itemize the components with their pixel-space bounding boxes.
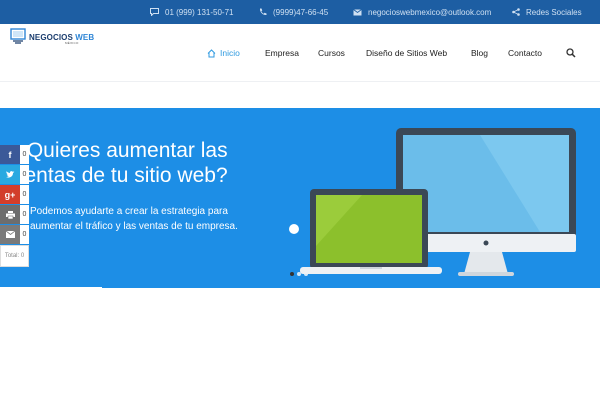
contact-email-text: negocioswebmexico@outlook.com	[368, 7, 492, 17]
mail-icon	[353, 8, 362, 15]
logo-mark	[10, 28, 26, 44]
contact-phone-1-text: 01 (999) 131-50-71	[165, 7, 234, 17]
contact-phone-2[interactable]: (9999)47-66-45	[259, 0, 328, 24]
imac-stand	[464, 252, 508, 274]
nav-item-cursos-label: Cursos	[318, 48, 345, 58]
home-icon	[207, 48, 216, 57]
nav-item-contacto-label: Contacto	[508, 48, 543, 58]
section-divider	[0, 287, 102, 289]
hero-title: ¿Quieres aumentar las ventas de tu sitio…	[14, 139, 228, 187]
site-header: NEGOCIOS WEB MÉXICO Inicio Empresa Curso…	[0, 24, 600, 82]
logo-text: NEGOCIOS WEB	[29, 33, 94, 42]
hero-subtitle: Podemos ayudarte a crear la estrategia p…	[30, 206, 238, 232]
hero-banner: ¿Quieres aumentar las ventas de tu sitio…	[0, 108, 600, 288]
laptop-notch	[360, 267, 382, 269]
nav-item-diseno-label: Diseño de Sitios Web	[366, 48, 448, 58]
twitter-icon	[0, 165, 20, 184]
nav-item-empresa-label: Empresa	[265, 48, 300, 58]
email-count: 0	[20, 225, 29, 244]
mail-share-icon	[0, 225, 20, 244]
search-icon	[566, 48, 576, 58]
print-count: 0	[20, 205, 29, 224]
nav-item-inicio-label: Inicio	[220, 48, 240, 58]
contact-phone-2-text: (9999)47-66-45	[273, 7, 329, 17]
top-contact-bar: 01 (999) 131-50-71 (9999)47-66-45 negoci…	[0, 0, 600, 24]
slider-dot[interactable]	[290, 272, 294, 276]
share-email[interactable]: 0	[0, 225, 29, 244]
imac-base	[458, 272, 514, 276]
google-plus-icon: g+	[0, 185, 20, 204]
social-menu[interactable]: Redes Sociales	[512, 0, 582, 24]
contact-phone-1[interactable]: 01 (999) 131-50-71	[150, 0, 234, 24]
share-print[interactable]: 0	[0, 205, 29, 224]
share-sidebar: f 0 0 g+ 0 0 0 Total: 0	[0, 145, 29, 267]
googleplus-count: 0	[20, 185, 29, 204]
social-menu-label: Redes Sociales	[526, 7, 582, 17]
logo-subtitle: MÉXICO	[65, 41, 79, 45]
phone-icon	[259, 8, 267, 16]
chat-icon	[150, 8, 159, 16]
share-total: Total: 0	[0, 245, 29, 267]
share-icon	[512, 8, 520, 16]
print-icon	[0, 205, 20, 224]
share-twitter[interactable]: 0	[0, 165, 29, 184]
contact-email[interactable]: negocioswebmexico@outlook.com	[353, 0, 491, 24]
nav-item-blog-label: Blog	[471, 48, 489, 58]
site-logo[interactable]: NEGOCIOS WEB MÉXICO	[10, 27, 120, 47]
nav-item-diseno[interactable]: Diseño de Sitios Web	[366, 46, 447, 60]
facebook-icon: f	[0, 145, 20, 164]
nav-item-blog[interactable]: Blog	[471, 46, 488, 60]
search-button[interactable]	[566, 46, 576, 60]
nav-item-contacto[interactable]: Contacto	[508, 46, 542, 60]
share-facebook[interactable]: f 0	[0, 145, 29, 164]
share-googleplus[interactable]: g+ 0	[0, 185, 29, 204]
slider-prev-button[interactable]	[289, 224, 299, 234]
twitter-count: 0	[20, 165, 29, 184]
imac-logo	[483, 240, 489, 246]
facebook-count: 0	[20, 145, 29, 164]
nav-item-empresa[interactable]: Empresa	[265, 46, 299, 60]
nav-item-cursos[interactable]: Cursos	[318, 46, 345, 60]
nav-item-inicio[interactable]: Inicio	[207, 46, 240, 60]
devices-illustration	[300, 128, 576, 276]
